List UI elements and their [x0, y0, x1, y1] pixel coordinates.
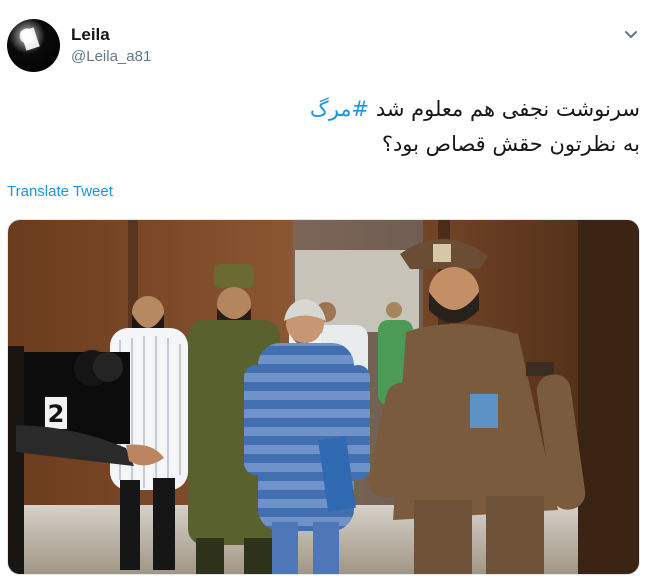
user-handle[interactable]: @Leila_a81	[71, 47, 151, 67]
user-name[interactable]: Leila	[71, 25, 110, 45]
tweet-text-line-2: به نظرتون حقش قصاص بود؟	[381, 132, 640, 156]
camera-number: 2	[48, 400, 65, 428]
tweet-card: Leila @Leila_a81 سرنوشت نجفی هم معلوم شد…	[0, 0, 648, 581]
hashtag-link[interactable]: #مرگ	[310, 97, 369, 121]
tweet-text-line-1: سرنوشت نجفی هم معلوم شد #مرگ	[50, 92, 640, 127]
avatar[interactable]	[7, 19, 60, 72]
tweet-text: سرنوشت نجفی هم معلوم شد #مرگ به نظرتون ح…	[50, 92, 640, 162]
courtroom-photo: 2	[8, 220, 639, 574]
chevron-down-icon[interactable]	[623, 26, 639, 42]
tweet-photo[interactable]: 2	[7, 219, 640, 575]
translate-tweet-link[interactable]: Translate Tweet	[7, 182, 113, 202]
tweet-text-prefix: سرنوشت نجفی هم معلوم شد	[369, 97, 640, 121]
